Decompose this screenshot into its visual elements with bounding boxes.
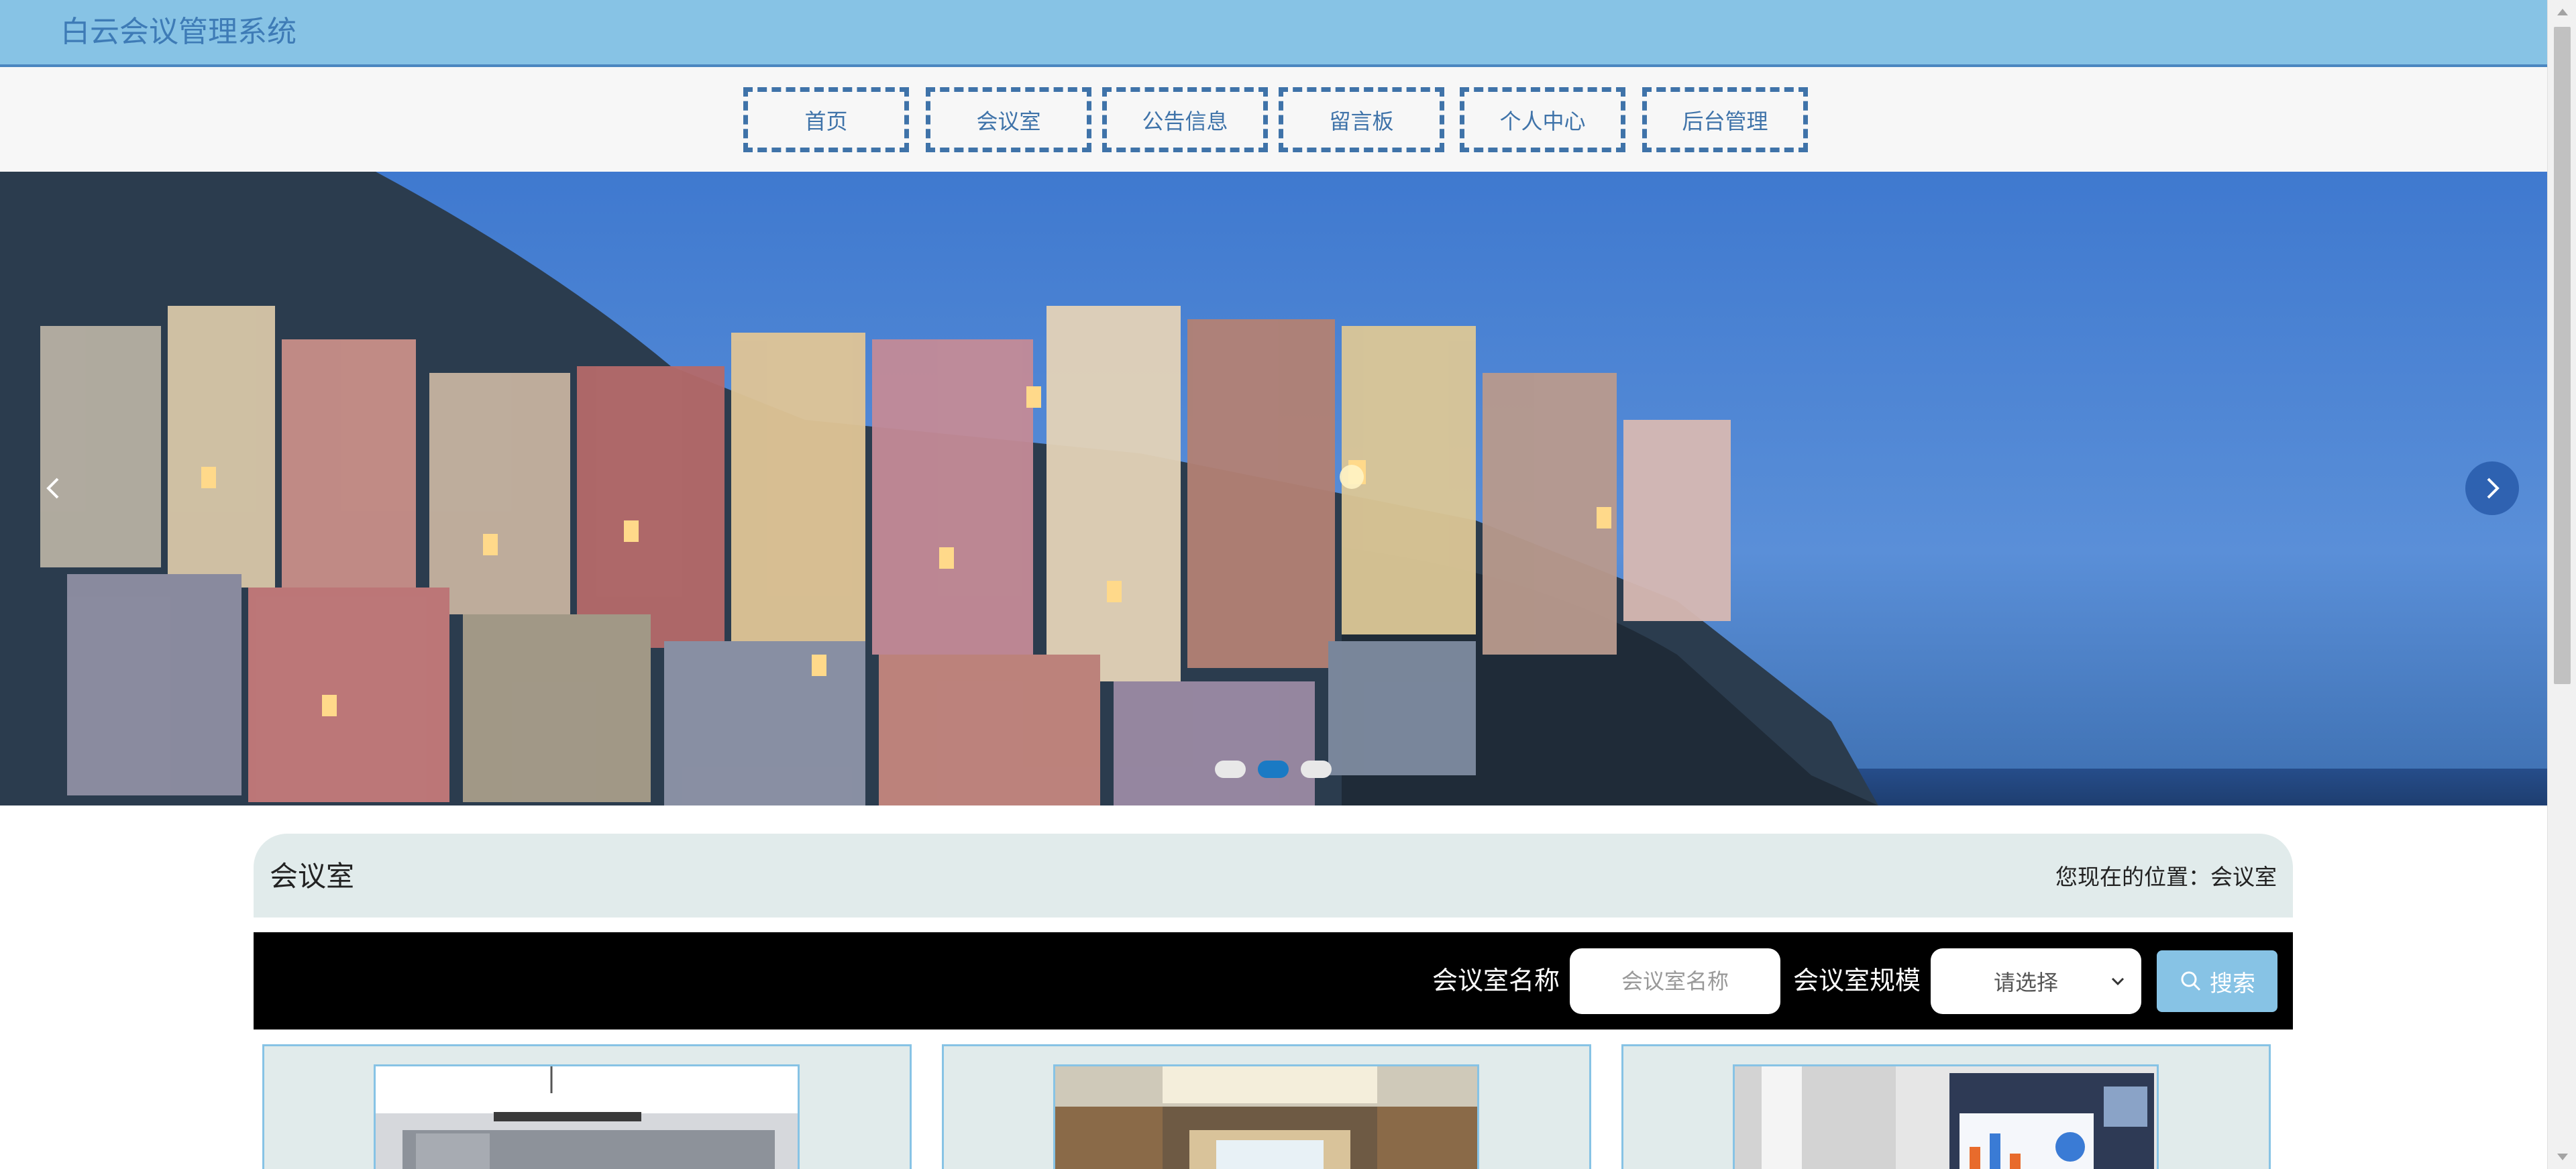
search-bar: 会议室名称 会议室规模 请选择 搜索 [254,932,2293,1029]
nav-item-meeting-rooms[interactable]: 会议室 [926,87,1091,152]
chevron-right-icon [2487,478,2500,499]
triangle-up-icon [2557,9,2568,15]
search-button[interactable]: 搜索 [2157,950,2277,1012]
nav-item-admin[interactable]: 后台管理 [1642,87,1808,152]
nav-item-home[interactable]: 首页 [743,87,909,152]
scroll-down-button[interactable] [2548,1145,2576,1169]
room-card-image[interactable] [1733,1064,2159,1169]
carousel-prev-button[interactable] [27,461,80,515]
site-header: 白云会议管理系统 [0,0,2547,67]
page: 白云会议管理系统 首页 会议室 公告信息 留言板 个人中心 后台管理 会议室 您… [0,0,2547,1169]
nav-item-profile[interactable]: 个人中心 [1460,87,1625,152]
room-photo [1735,1066,2157,1169]
main-nav: 首页 会议室 公告信息 留言板 个人中心 后台管理 [0,67,2547,172]
section-header: 会议室 您现在的位置： 会议室 [254,834,2293,917]
room-photo [376,1066,798,1169]
carousel-dot[interactable] [1301,761,1332,778]
section-title: 会议室 [270,860,355,893]
banner-image [0,172,2547,805]
room-scale-select[interactable]: 请选择 [1931,948,2141,1014]
page-scrollbar[interactable] [2547,0,2576,1169]
room-card[interactable] [262,1044,912,1169]
carousel-dot[interactable] [1215,761,1246,778]
room-card[interactable] [942,1044,1591,1169]
room-name-input[interactable] [1570,948,1780,1014]
chevron-down-icon [2111,977,2125,986]
room-card-image[interactable] [1053,1064,1479,1169]
carousel-dot-active[interactable] [1258,761,1289,778]
nav-item-announcements[interactable]: 公告信息 [1102,87,1268,152]
room-card[interactable] [1621,1044,2271,1169]
room-scale-selected: 请选择 [1994,970,2059,995]
chevron-left-icon [46,478,59,499]
nav-item-message-board[interactable]: 留言板 [1279,87,1444,152]
room-card-image[interactable] [374,1064,800,1169]
scroll-up-button[interactable] [2548,0,2576,24]
room-photo [1055,1066,1477,1169]
site-title[interactable]: 白云会议管理系统 [60,12,297,52]
scroll-thumb[interactable] [2554,27,2571,684]
carousel-next-button[interactable] [2465,461,2519,515]
room-name-label: 会议室名称 [1432,966,1560,995]
breadcrumb-current[interactable]: 会议室 [2210,859,2277,891]
search-icon [2181,971,2201,991]
triangle-down-icon [2557,1154,2568,1160]
search-button-label: 搜索 [2210,970,2255,997]
room-scale-label: 会议室规模 [1793,966,1921,995]
breadcrumb-prefix: 您现在的位置： [2055,864,2210,890]
banner-carousel [0,172,2547,805]
breadcrumb: 您现在的位置： 会议室 [2055,859,2277,891]
